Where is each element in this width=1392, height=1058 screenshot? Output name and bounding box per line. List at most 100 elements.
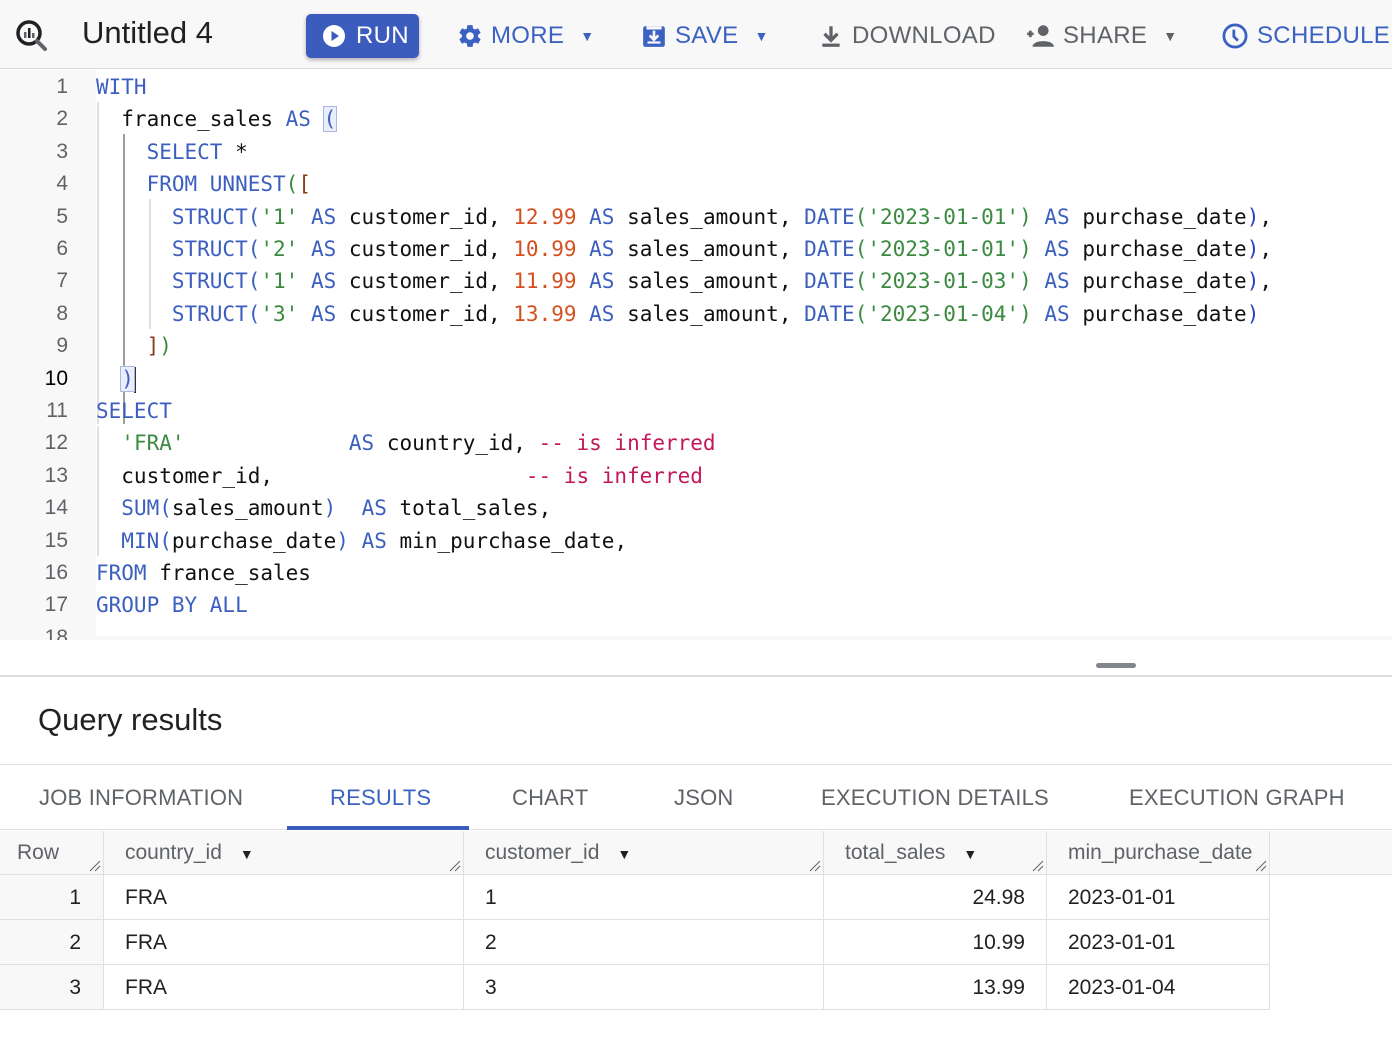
column-menu-caret-icon[interactable]: ▼ <box>963 846 977 862</box>
caret-down-icon: ▼ <box>580 28 595 44</box>
line-number: 3 <box>56 139 68 163</box>
code-line[interactable]: 4 FROM UNNEST([ <box>0 168 1392 200</box>
code-token: , <box>1259 269 1272 294</box>
code-token: 13.99 <box>513 301 577 326</box>
column-header-country-id[interactable]: country_id ▼ <box>104 831 464 875</box>
column-resize-icon[interactable] <box>1030 858 1044 872</box>
column-header-customer-id[interactable]: customer_id ▼ <box>464 831 824 875</box>
code-line[interactable]: 7 STRUCT('1' AS customer_id, 11.99 AS sa… <box>0 265 1392 297</box>
code-token: total_sales, <box>386 496 552 521</box>
editor-resize-handle[interactable] <box>1096 663 1136 668</box>
line-number: 4 <box>56 172 68 196</box>
code-token: DATE <box>804 204 855 229</box>
column-resize-icon[interactable] <box>87 858 101 872</box>
caret-down-icon: ▼ <box>754 28 769 44</box>
cell-customer-id[interactable]: 1 <box>464 875 824 920</box>
column-header-row[interactable]: Row <box>0 831 104 875</box>
code-token: ) <box>1246 237 1260 261</box>
code-token: customer_id, <box>336 204 514 229</box>
line-number: 12 <box>44 431 68 455</box>
column-menu-caret-icon[interactable]: ▼ <box>240 846 254 862</box>
line-number: 17 <box>44 593 68 617</box>
code-line[interactable]: 10 ) <box>0 363 1392 395</box>
code-token: ( <box>854 301 868 326</box>
code-text: STRUCT('1' AS customer_id, 12.99 AS sale… <box>96 201 1272 233</box>
code-token: sales_amount, <box>614 204 805 229</box>
code-token: ) <box>1246 204 1260 229</box>
column-menu-caret-icon[interactable]: ▼ <box>617 846 631 862</box>
code-line[interactable]: 14 SUM(sales_amount) AS total_sales, <box>0 492 1392 524</box>
code-line[interactable]: 18 <box>0 622 1392 640</box>
cell-country-id[interactable]: FRA <box>104 920 464 965</box>
line-number: 15 <box>44 528 68 552</box>
code-token: 10.99 <box>513 237 577 261</box>
results-tabs: JOB INFORMATION RESULTS CHART JSON EXECU… <box>0 764 1392 830</box>
column-resize-icon[interactable] <box>447 858 461 872</box>
code-token: ) <box>120 365 135 392</box>
tab-job-information[interactable]: JOB INFORMATION <box>39 765 243 830</box>
line-number: 11 <box>46 399 68 422</box>
code-line[interactable]: 5 STRUCT('1' AS customer_id, 12.99 AS sa… <box>0 201 1392 233</box>
code-token: 'FRA' <box>121 431 185 456</box>
cell-customer-id[interactable]: 3 <box>464 965 824 1010</box>
cell-country-id[interactable]: FRA <box>104 965 464 1010</box>
column-resize-icon[interactable] <box>807 858 821 872</box>
cell-min-purchase-date[interactable]: 2023-01-01 <box>1047 875 1270 920</box>
cell-min-purchase-date[interactable]: 2023-01-01 <box>1047 920 1270 965</box>
code-token: -- is inferred <box>538 431 716 456</box>
code-line[interactable]: 8 STRUCT('3' AS customer_id, 13.99 AS sa… <box>0 298 1392 330</box>
code-line[interactable]: 3 SELECT * <box>0 136 1392 168</box>
cell-country-id[interactable]: FRA <box>104 875 464 920</box>
code-token: country_id, <box>374 431 539 456</box>
code-token: '2023-01-03' <box>867 269 1020 294</box>
schedule-button[interactable]: SCHEDULE <box>1221 14 1390 58</box>
code-line[interactable]: 17 GROUP BY ALL <box>0 589 1392 621</box>
tab-execution-graph[interactable]: EXECUTION GRAPH <box>1129 765 1345 830</box>
cell-customer-id[interactable]: 2 <box>464 920 824 965</box>
cell-total-sales[interactable]: 24.98 <box>824 875 1047 920</box>
tab-execution-details[interactable]: EXECUTION DETAILS <box>821 765 1049 830</box>
more-button[interactable]: MORE ▼ <box>457 14 594 58</box>
code-token: ( <box>854 237 868 261</box>
code-line[interactable]: 9 ]) <box>0 330 1392 362</box>
code-token: sales_amount, <box>614 237 805 261</box>
code-line[interactable]: 15 MIN(purchase_date) AS min_purchase_da… <box>0 525 1392 557</box>
code-line[interactable]: 6 STRUCT('2' AS customer_id, 10.99 AS sa… <box>0 233 1392 265</box>
code-token: [ <box>298 172 311 197</box>
code-line[interactable]: 1 WITH <box>0 71 1392 103</box>
tab-results[interactable]: RESULTS <box>330 765 431 830</box>
code-line[interactable]: 13 customer_id, -- is inferred <box>0 460 1392 492</box>
code-token: customer_id, <box>96 463 526 488</box>
code-text: france_sales AS ( <box>96 103 338 135</box>
person-add-icon <box>1027 25 1054 47</box>
code-line[interactable]: 16 FROM france_sales <box>0 557 1392 589</box>
column-header-total-sales[interactable]: total_sales ▼ <box>824 831 1047 875</box>
code-text: FROM UNNEST([ <box>96 168 311 200</box>
code-line[interactable]: 2 france_sales AS ( <box>0 103 1392 135</box>
download-button[interactable]: DOWNLOAD <box>818 14 996 58</box>
code-text: FROM france_sales <box>96 557 311 589</box>
run-button[interactable]: RUN <box>306 14 419 58</box>
cell-min-purchase-date[interactable]: 2023-01-04 <box>1047 965 1270 1010</box>
active-tab-indicator <box>287 826 469 830</box>
cell-total-sales[interactable]: 10.99 <box>824 920 1047 965</box>
code-line[interactable]: 12 'FRA' AS country_id, -- is inferred <box>0 427 1392 459</box>
tab-chart[interactable]: CHART <box>512 765 588 830</box>
column-resize-icon[interactable] <box>1253 858 1267 872</box>
share-button[interactable]: SHARE ▼ <box>1025 14 1177 58</box>
save-button[interactable]: SAVE ▼ <box>641 14 769 58</box>
code-line[interactable]: 11 SELECT <box>0 395 1392 427</box>
cell-total-sales[interactable]: 13.99 <box>824 965 1047 1010</box>
code-token: purchase_date <box>1069 204 1247 229</box>
column-header-min-purchase-date[interactable]: min_purchase_date <box>1047 831 1270 875</box>
code-text: STRUCT('1' AS customer_id, 11.99 AS sale… <box>96 265 1272 297</box>
tab-json[interactable]: JSON <box>674 765 733 830</box>
query-title[interactable]: Untitled 4 <box>82 15 213 51</box>
code-text: STRUCT('3' AS customer_id, 13.99 AS sale… <box>96 298 1259 330</box>
sql-editor[interactable]: 1 WITH 2 france_sales AS (3 SELECT * 4 FROM… <box>0 70 1392 640</box>
